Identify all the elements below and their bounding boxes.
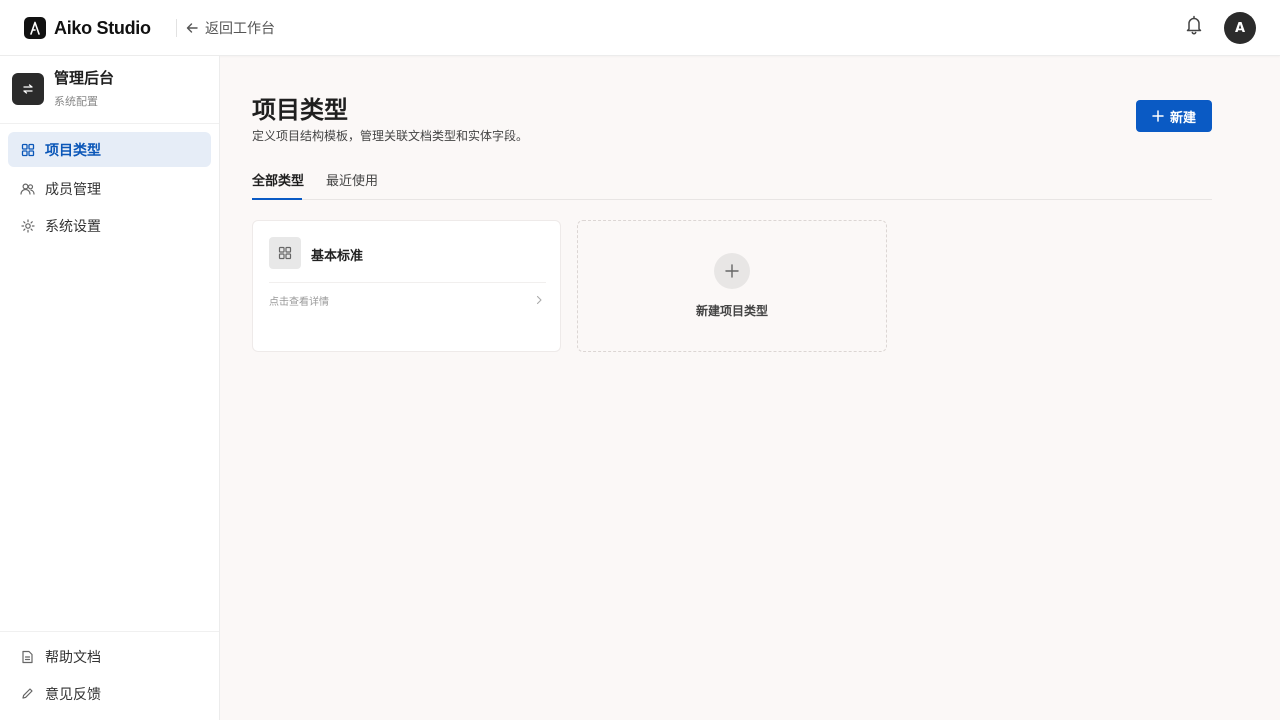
card-title: 基本标准	[311, 249, 364, 264]
top-bar: Aiko Studio 返回工作台 A	[0, 0, 1280, 56]
sidebar-item-settings[interactable]: 系统设置	[8, 208, 211, 243]
sidebar-item-help-docs[interactable]: 帮助文档	[8, 639, 211, 674]
plus-icon	[714, 253, 750, 289]
project-type-card[interactable]: 基本标准 点击查看详情	[252, 220, 561, 352]
gear-icon	[20, 218, 35, 233]
bell-icon[interactable]	[1184, 14, 1204, 36]
top-divider	[176, 19, 177, 37]
back-label: 返回工作台	[205, 21, 275, 37]
document-icon	[20, 649, 35, 664]
new-button[interactable]: 新建	[1136, 100, 1212, 132]
app-name: Aiko Studio	[54, 17, 151, 38]
tab-label: 全部类型	[252, 174, 305, 189]
card-divider	[269, 282, 546, 283]
sidebar-item-label: 帮助文档	[45, 649, 101, 666]
users-icon	[20, 181, 35, 196]
app-logo[interactable]: Aiko Studio	[24, 16, 151, 40]
new-project-type-card[interactable]: 新建项目类型	[577, 220, 887, 352]
tab-all-types[interactable]: 全部类型	[252, 160, 305, 200]
arrow-left-icon	[186, 23, 198, 33]
sidebar-item-label: 成员管理	[45, 181, 101, 198]
logo-mark-icon	[24, 17, 46, 39]
grid-icon	[20, 142, 35, 157]
sidebar-item-label: 系统设置	[45, 218, 101, 235]
tab-recently-used[interactable]: 最近使用	[326, 160, 378, 199]
tab-label: 最近使用	[326, 174, 379, 189]
sidebar-header: 管理后台 系统配置	[0, 56, 219, 124]
new-button-label: 新建	[1169, 110, 1196, 126]
sidebar-item-label: 项目类型	[45, 142, 101, 159]
sidebar-subtitle: 系统配置	[54, 95, 98, 108]
sidebar-item-members[interactable]: 成员管理	[8, 171, 211, 206]
user-avatar[interactable]: A	[1224, 12, 1256, 44]
sidebar-bottom-divider	[0, 631, 219, 632]
sidebar-item-project-types[interactable]: 项目类型	[8, 132, 211, 167]
sidebar-title: 管理后台	[54, 69, 115, 87]
sidebar-item-feedback[interactable]: 意见反馈	[8, 676, 211, 711]
chevron-right-icon	[536, 295, 542, 305]
page-title: 项目类型	[252, 96, 348, 124]
sidebar-item-label: 意见反馈	[45, 686, 101, 703]
tab-active-indicator	[252, 198, 302, 200]
admin-switch-icon	[12, 73, 44, 105]
page-description: 定义项目结构模板，管理关联文档类型和实体字段。	[252, 129, 529, 143]
back-to-workspace-link[interactable]: 返回工作台	[185, 17, 275, 39]
plus-icon	[1152, 110, 1164, 122]
pencil-icon	[20, 686, 35, 701]
new-card-label: 新建项目类型	[695, 304, 768, 318]
sidebar: 管理后台 系统配置 项目类型 成员管理 系统设置 帮助文档 意见反馈	[0, 56, 220, 720]
grid-icon	[269, 237, 301, 269]
card-view-details-link[interactable]: 点击查看详情	[269, 293, 329, 308]
type-tabs: 全部类型 最近使用	[252, 160, 1212, 200]
